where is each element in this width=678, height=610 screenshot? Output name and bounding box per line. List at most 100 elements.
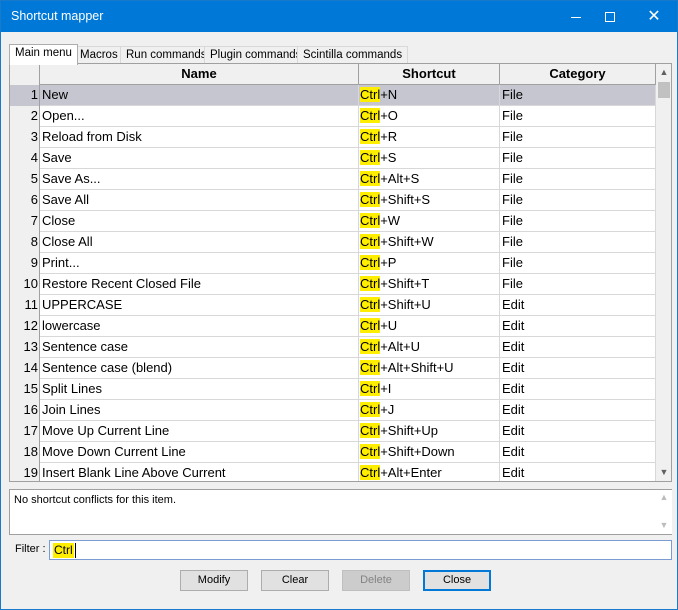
table-row[interactable]: 13 Sentence case Ctrl+Alt+U Edit <box>10 337 656 358</box>
filter-match-highlight: Ctrl <box>360 255 381 270</box>
close-window-button[interactable]: ✕ <box>637 1 671 32</box>
shortcut-rest: +U <box>380 318 398 333</box>
table-row[interactable]: 7 Close Ctrl+W File <box>10 211 656 232</box>
filter-match-highlight: Ctrl <box>360 213 381 228</box>
command-name: Split Lines <box>40 379 359 400</box>
shortcut-grid[interactable]: Name Shortcut Category 1 New Ctrl+N File 2 Op… <box>9 63 672 482</box>
command-name: UPPERCASE <box>40 295 359 316</box>
clear-button[interactable]: Clear <box>261 570 329 591</box>
shortcut-rest: +Shift+U <box>380 297 431 312</box>
command-name: Save As... <box>40 169 359 190</box>
row-number: 18 <box>10 442 40 463</box>
tab-main-menu[interactable]: Main menu <box>9 44 78 65</box>
table-row[interactable]: 6 Save All Ctrl+Shift+S File <box>10 190 656 211</box>
shortcut-cell: Ctrl+I <box>359 379 500 400</box>
filter-match-highlight: Ctrl <box>360 234 381 249</box>
shortcut-rest: +Alt+U <box>380 339 420 354</box>
filter-value: Ctrl <box>53 543 74 558</box>
category-cell: Edit <box>500 400 656 421</box>
grid-vertical-scrollbar[interactable]: ▲ ▼ <box>656 64 671 481</box>
table-row[interactable]: 5 Save As... Ctrl+Alt+S File <box>10 169 656 190</box>
tab-macros[interactable]: Macros <box>74 46 124 64</box>
table-row[interactable]: 14 Sentence case (blend) Ctrl+Alt+Shift+U E… <box>10 358 656 379</box>
maximize-icon <box>605 12 615 23</box>
table-row[interactable]: 16 Join Lines Ctrl+J Edit <box>10 400 656 421</box>
shortcut-cell: Ctrl+Shift+Down <box>359 442 500 463</box>
category-cell: Edit <box>500 379 656 400</box>
row-number: 8 <box>10 232 40 253</box>
filter-match-highlight: Ctrl <box>360 87 381 102</box>
shortcut-rest: +Shift+T <box>380 276 430 291</box>
table-row[interactable]: 17 Move Up Current Line Ctrl+Shift+Up Edit <box>10 421 656 442</box>
category-cell: Edit <box>500 421 656 442</box>
command-name: Restore Recent Closed File <box>40 274 359 295</box>
command-name: Move Down Current Line <box>40 442 359 463</box>
header-shortcut[interactable]: Shortcut <box>359 64 500 85</box>
header-name[interactable]: Name <box>40 64 359 85</box>
category-cell: Edit <box>500 295 656 316</box>
table-row[interactable]: 2 Open... Ctrl+O File <box>10 106 656 127</box>
table-row[interactable]: 12 lowercase Ctrl+U Edit <box>10 316 656 337</box>
scroll-down-icon[interactable]: ▼ <box>656 464 671 481</box>
shortcut-rest: +Shift+W <box>380 234 434 249</box>
category-cell: File <box>500 190 656 211</box>
close-icon: ✕ <box>647 8 661 25</box>
shortcut-cell: Ctrl+W <box>359 211 500 232</box>
conflict-scrollbar: ▲ ▼ <box>656 490 672 534</box>
scroll-up-icon[interactable]: ▲ <box>656 64 671 81</box>
table-row[interactable]: 11 UPPERCASE Ctrl+Shift+U Edit <box>10 295 656 316</box>
command-name: Reload from Disk <box>40 127 359 148</box>
filter-label: Filter : <box>15 543 46 555</box>
table-row[interactable]: 1 New Ctrl+N File <box>10 85 656 106</box>
command-name: Sentence case <box>40 337 359 358</box>
row-number: 7 <box>10 211 40 232</box>
table-row[interactable]: 15 Split Lines Ctrl+I Edit <box>10 379 656 400</box>
row-number: 19 <box>10 463 40 481</box>
filter-match-highlight: Ctrl <box>360 402 381 417</box>
row-number: 17 <box>10 421 40 442</box>
filter-match-highlight: Ctrl <box>360 381 381 396</box>
command-name: Close All <box>40 232 359 253</box>
table-row[interactable]: 19 Insert Blank Line Above Current Ctrl+Al… <box>10 463 656 481</box>
shortcut-rest: +N <box>380 87 398 102</box>
row-number: 4 <box>10 148 40 169</box>
tab-run-commands[interactable]: Run commands <box>120 46 213 64</box>
command-name: Sentence case (blend) <box>40 358 359 379</box>
close-button[interactable]: Close <box>423 570 491 591</box>
table-row[interactable]: 18 Move Down Current Line Ctrl+Shift+Down E… <box>10 442 656 463</box>
shortcut-rest: +R <box>380 129 398 144</box>
maximize-button[interactable] <box>593 1 627 32</box>
table-row[interactable]: 9 Print... Ctrl+P File <box>10 253 656 274</box>
command-name: Save All <box>40 190 359 211</box>
delete-button[interactable]: Delete <box>342 570 410 591</box>
shortcut-rest: +Shift+Up <box>380 423 439 438</box>
shortcut-rest: +Alt+Shift+U <box>380 360 454 375</box>
table-row[interactable]: 10 Restore Recent Closed File Ctrl+Shift+T… <box>10 274 656 295</box>
command-name: Move Up Current Line <box>40 421 359 442</box>
tab-plugin-commands[interactable]: Plugin commands <box>204 46 308 64</box>
shortcut-cell: Ctrl+Alt+Shift+U <box>359 358 500 379</box>
minimize-button[interactable] <box>559 1 593 32</box>
category-cell: File <box>500 253 656 274</box>
table-row[interactable]: 4 Save Ctrl+S File <box>10 148 656 169</box>
scrollbar-thumb[interactable] <box>658 82 670 98</box>
filter-input[interactable]: Ctrl <box>49 540 672 560</box>
category-cell: File <box>500 127 656 148</box>
filter-match-highlight: Ctrl <box>360 171 381 186</box>
table-row[interactable]: 3 Reload from Disk Ctrl+R File <box>10 127 656 148</box>
header-category[interactable]: Category <box>500 64 656 85</box>
table-row[interactable]: 8 Close All Ctrl+Shift+W File <box>10 232 656 253</box>
command-name: Open... <box>40 106 359 127</box>
minimize-icon <box>571 16 581 18</box>
shortcut-rest: +Shift+S <box>380 192 431 207</box>
category-cell: File <box>500 148 656 169</box>
row-number: 3 <box>10 127 40 148</box>
modify-button[interactable]: Modify <box>180 570 248 591</box>
filter-match-highlight: Ctrl <box>360 318 381 333</box>
row-number: 10 <box>10 274 40 295</box>
shortcut-cell: Ctrl+P <box>359 253 500 274</box>
tab-scintilla-commands[interactable]: Scintilla commands <box>297 46 409 64</box>
shortcut-rest: +I <box>380 381 392 396</box>
category-cell: File <box>500 85 656 106</box>
conflict-info-box: No shortcut conflicts for this item. ▲ ▼ <box>9 489 672 535</box>
